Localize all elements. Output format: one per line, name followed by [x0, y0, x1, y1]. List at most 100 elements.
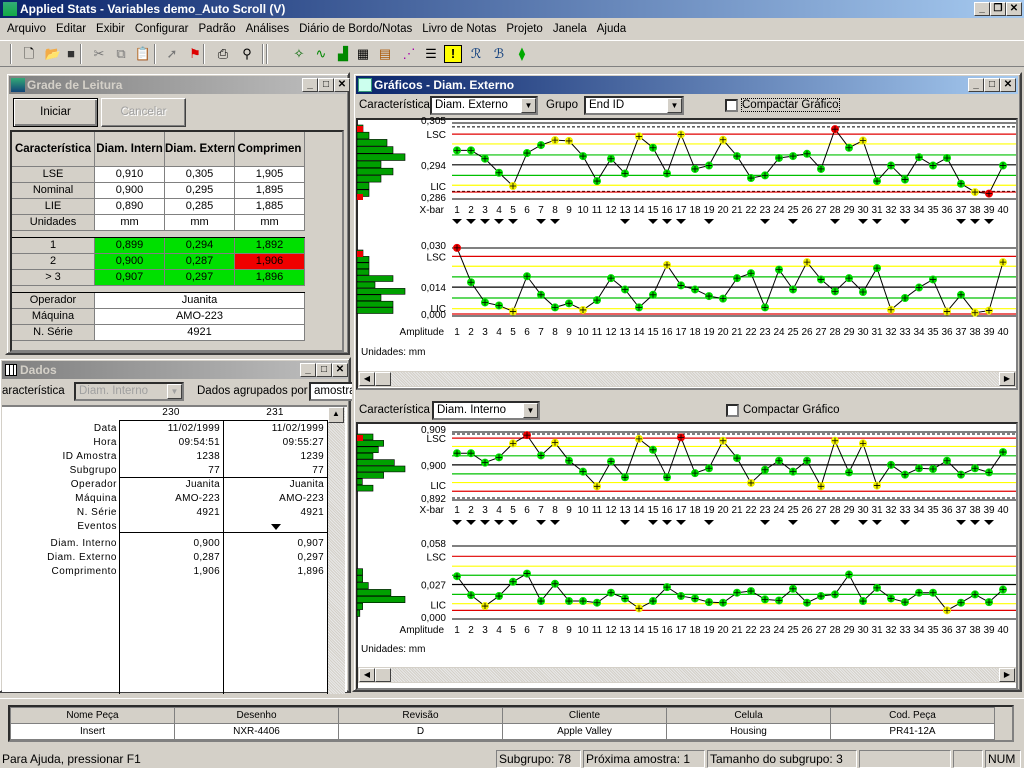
list-icon[interactable]: ☰: [422, 45, 440, 63]
reading-cell[interactable]: 0,287: [165, 254, 235, 270]
menu-7[interactable]: Livro de Notas: [417, 23, 501, 35]
cut-icon[interactable]: ✂: [90, 45, 108, 63]
reading-cell[interactable]: 0,907: [95, 270, 165, 286]
notes-icon[interactable]: ▤: [376, 45, 394, 63]
column-header[interactable]: Diam. Extern: [165, 132, 235, 167]
alert-icon[interactable]: !: [444, 45, 462, 63]
data-cell[interactable]: 09:54:51: [119, 437, 220, 448]
data-cell[interactable]: Juanita: [119, 479, 220, 490]
chevron-down-icon[interactable]: ▼: [667, 98, 682, 113]
menu-2[interactable]: Exibir: [91, 23, 130, 35]
data-cell[interactable]: 0,297: [223, 552, 324, 563]
reading-cell[interactable]: 1,896: [235, 270, 305, 286]
maximize-button[interactable]: □: [316, 363, 332, 377]
chevron-down-icon[interactable]: ▼: [523, 403, 538, 418]
b-chart-icon[interactable]: ℬ: [490, 45, 508, 63]
agrupados-input[interactable]: amostra: [309, 382, 355, 401]
data-cell[interactable]: 4921: [223, 507, 324, 518]
menu-9[interactable]: Janela: [548, 23, 592, 35]
menu-6[interactable]: Diário de Bordo/Notas: [294, 23, 417, 35]
scroll-left-icon[interactable]: ◀: [359, 668, 375, 682]
reading-cell[interactable]: 1,892: [235, 238, 305, 254]
open-folder-icon[interactable]: 📂: [44, 45, 62, 63]
data-cell[interactable]: 0,907: [223, 538, 324, 549]
chevron-down-icon[interactable]: ▼: [167, 384, 182, 399]
scroll-thumb[interactable]: [375, 372, 391, 386]
reading-cell[interactable]: 0,899: [95, 238, 165, 254]
data-cell[interactable]: 77: [223, 465, 324, 476]
reading-cell[interactable]: 0,294: [165, 238, 235, 254]
find-icon[interactable]: ⚲: [238, 45, 256, 63]
menu-1[interactable]: Editar: [51, 23, 91, 35]
maximize-button[interactable]: □: [984, 78, 1000, 92]
menu-5[interactable]: Análises: [241, 23, 294, 35]
minimize-button[interactable]: _: [300, 363, 316, 377]
flag-icon[interactable]: ⚑: [186, 45, 204, 63]
compactar-grafico-checkbox-2[interactable]: [726, 404, 739, 417]
histogram-icon[interactable]: ▟: [334, 45, 352, 63]
part-info-value[interactable]: PR41-12A: [830, 723, 995, 740]
close-button[interactable]: ✕: [1000, 78, 1016, 92]
caracteristica-select-2[interactable]: Diam. Interno ▼: [432, 401, 540, 420]
part-info-value[interactable]: Housing: [666, 723, 831, 740]
wizard-icon[interactable]: ✧: [290, 45, 308, 63]
compactar-grafico-label[interactable]: Compactar Gráfico: [741, 98, 840, 112]
caracteristica-select[interactable]: Diam. Interno ▼: [74, 382, 184, 401]
data-cell[interactable]: 1239: [223, 451, 324, 462]
print-icon[interactable]: ⎙: [214, 45, 232, 63]
menu-0[interactable]: Arquivo: [2, 23, 51, 35]
vertical-scrollbar[interactable]: [328, 407, 345, 694]
minimize-button[interactable]: _: [302, 78, 318, 92]
reading-cell[interactable]: 1,906: [235, 254, 305, 270]
menu-3[interactable]: Configurar: [130, 23, 194, 35]
grupo-select[interactable]: End ID ▼: [584, 96, 684, 115]
column-header[interactable]: Diam. Intern: [95, 132, 165, 167]
compactar-grafico-checkbox[interactable]: [725, 99, 738, 112]
restore-button[interactable]: ❐: [990, 2, 1006, 16]
minimize-button[interactable]: _: [968, 78, 984, 92]
data-cell[interactable]: 1238: [119, 451, 220, 462]
data-cell[interactable]: 11/02/1999: [223, 423, 324, 434]
scroll-thumb[interactable]: [375, 668, 391, 682]
data-cell[interactable]: 4921: [119, 507, 220, 518]
data-cell[interactable]: 0,900: [119, 538, 220, 549]
part-info-value[interactable]: D: [338, 723, 503, 740]
horizontal-scrollbar-2[interactable]: ◀ ▶: [358, 667, 1016, 683]
scroll-up-icon[interactable]: ▲: [328, 407, 344, 423]
menu-4[interactable]: Padrão: [194, 23, 241, 35]
reading-cell[interactable]: 0,900: [95, 254, 165, 270]
column-header[interactable]: Característica: [12, 132, 95, 167]
r-chart-icon[interactable]: ℛ: [467, 45, 485, 63]
scroll-right-icon[interactable]: ▶: [999, 668, 1015, 682]
save-icon[interactable]: ■: [62, 45, 80, 63]
data-cell[interactable]: AMO-223: [223, 493, 324, 504]
table-icon[interactable]: ▦: [354, 45, 372, 63]
data-cell[interactable]: 1,906: [119, 566, 220, 577]
menu-8[interactable]: Projeto: [501, 23, 547, 35]
part-info-value[interactable]: Insert: [10, 723, 175, 740]
gauge-icon[interactable]: ⧫: [513, 45, 531, 63]
data-cell[interactable]: AMO-223: [119, 493, 220, 504]
new-file-icon[interactable]: 🗋: [20, 45, 38, 63]
part-info-value[interactable]: Apple Valley: [502, 723, 667, 740]
data-cell[interactable]: 11/02/1999: [119, 423, 220, 434]
part-info-value[interactable]: NXR-4406: [174, 723, 339, 740]
paste-icon[interactable]: 📋: [134, 45, 152, 63]
data-cell[interactable]: Juanita: [223, 479, 324, 490]
minimize-button[interactable]: _: [974, 2, 990, 16]
data-cell[interactable]: 0,287: [119, 552, 220, 563]
cancelar-button[interactable]: Cancelar: [101, 98, 186, 127]
menu-10[interactable]: Ajuda: [592, 23, 631, 35]
reading-cell[interactable]: 0,297: [165, 270, 235, 286]
scroll-left-icon[interactable]: ◀: [359, 372, 375, 386]
data-cell[interactable]: 1,896: [223, 566, 324, 577]
maximize-button[interactable]: □: [318, 78, 334, 92]
data-cell[interactable]: 77: [119, 465, 220, 476]
iniciar-button[interactable]: Iniciar: [13, 98, 98, 127]
event-marker-icon[interactable]: [271, 524, 281, 530]
close-button[interactable]: ✕: [332, 363, 348, 377]
horizontal-scrollbar-1[interactable]: ◀ ▶: [358, 371, 1016, 387]
scroll-right-icon[interactable]: ▶: [999, 372, 1015, 386]
data-cell[interactable]: 09:55:27: [223, 437, 324, 448]
close-button[interactable]: ✕: [334, 78, 350, 92]
